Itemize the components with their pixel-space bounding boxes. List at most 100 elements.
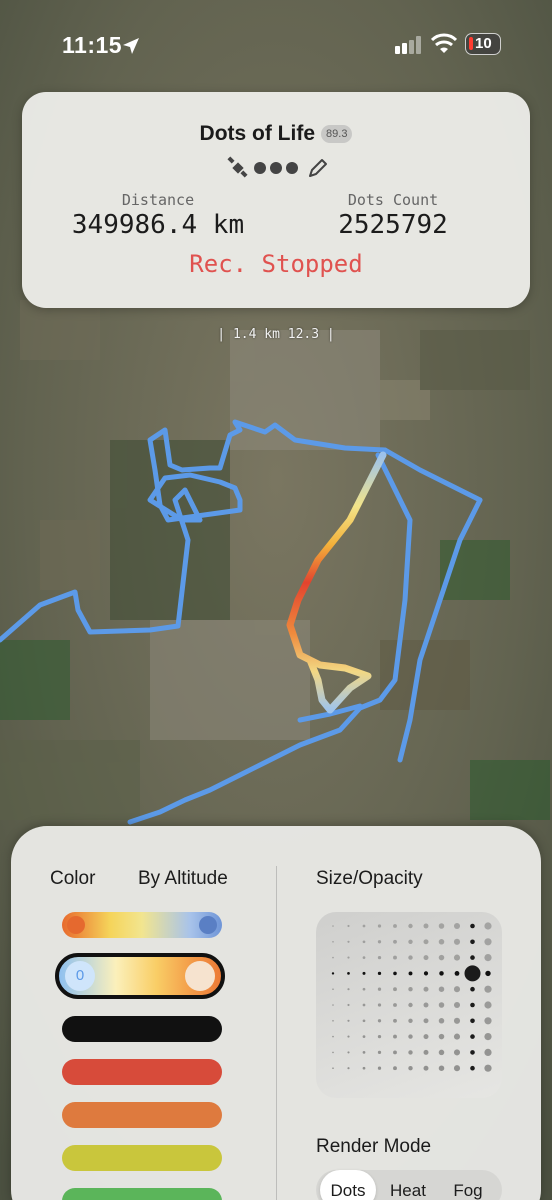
size-opacity-dot[interactable] bbox=[408, 1066, 413, 1071]
size-opacity-dot[interactable] bbox=[362, 924, 366, 928]
size-opacity-dot[interactable] bbox=[453, 938, 461, 945]
size-opacity-dot[interactable] bbox=[332, 988, 334, 990]
render-mode-control[interactable]: Dots Heat Fog bbox=[316, 1170, 502, 1200]
size-opacity-dot[interactable] bbox=[377, 1019, 382, 1023]
size-opacity-dot[interactable] bbox=[377, 971, 382, 976]
size-opacity-dot[interactable] bbox=[331, 972, 335, 975]
altitude-reverse-swatch[interactable]: 0 bbox=[55, 953, 225, 999]
size-opacity-dot[interactable] bbox=[453, 1049, 461, 1056]
size-opacity-dot[interactable] bbox=[377, 940, 382, 944]
size-opacity-dot[interactable] bbox=[408, 1018, 413, 1023]
size-opacity-dot[interactable] bbox=[470, 923, 475, 929]
size-opacity-dot[interactable] bbox=[377, 1034, 382, 1039]
size-opacity-dot[interactable] bbox=[393, 1003, 397, 1007]
size-opacity-dot[interactable] bbox=[438, 923, 445, 929]
size-opacity-dot[interactable] bbox=[423, 1002, 429, 1008]
size-opacity-dot[interactable] bbox=[332, 1067, 334, 1069]
size-opacity-dot[interactable] bbox=[423, 939, 429, 945]
size-opacity-dot[interactable] bbox=[362, 1003, 366, 1007]
render-mode-dots[interactable]: Dots bbox=[320, 1170, 376, 1200]
size-opacity-dot[interactable] bbox=[393, 971, 397, 976]
size-opacity-dot[interactable] bbox=[362, 971, 366, 975]
size-opacity-dot[interactable] bbox=[332, 941, 334, 943]
size-opacity-dot[interactable] bbox=[332, 1051, 334, 1054]
size-opacity-dot[interactable] bbox=[393, 987, 397, 992]
size-opacity-dot[interactable] bbox=[423, 1018, 429, 1024]
size-opacity-dot[interactable] bbox=[423, 986, 429, 992]
size-opacity-dot[interactable] bbox=[423, 1065, 429, 1071]
pencil-icon[interactable] bbox=[309, 159, 327, 177]
size-opacity-dot[interactable] bbox=[423, 923, 429, 929]
size-opacity-dot[interactable] bbox=[332, 925, 334, 927]
size-opacity-dot[interactable] bbox=[423, 1049, 429, 1055]
size-opacity-dot[interactable] bbox=[470, 1050, 475, 1055]
size-opacity-dot[interactable] bbox=[393, 955, 397, 960]
size-opacity-dot[interactable] bbox=[423, 971, 429, 976]
size-opacity-dot[interactable] bbox=[347, 972, 350, 975]
size-opacity-dot[interactable] bbox=[470, 1018, 475, 1024]
size-opacity-dot[interactable] bbox=[347, 988, 350, 991]
size-opacity-dot[interactable] bbox=[362, 1051, 366, 1054]
size-opacity-dot[interactable] bbox=[362, 940, 366, 944]
black-swatch[interactable] bbox=[62, 1016, 222, 1042]
size-opacity-dot[interactable] bbox=[453, 1017, 461, 1024]
size-opacity-dot[interactable] bbox=[470, 955, 475, 960]
green-swatch[interactable] bbox=[62, 1188, 222, 1200]
size-opacity-dot[interactable] bbox=[377, 987, 382, 991]
size-opacity-dot[interactable] bbox=[484, 1033, 492, 1041]
size-opacity-dot[interactable] bbox=[393, 1050, 397, 1055]
size-opacity-dot[interactable] bbox=[393, 1018, 397, 1023]
size-opacity-dot[interactable] bbox=[423, 955, 429, 961]
size-opacity-dot[interactable] bbox=[484, 1001, 492, 1009]
size-opacity-dot[interactable] bbox=[484, 985, 492, 993]
size-opacity-dot[interactable] bbox=[484, 938, 492, 946]
size-opacity-dot[interactable] bbox=[377, 1050, 382, 1055]
size-opacity-dot[interactable] bbox=[439, 971, 444, 976]
red-swatch[interactable] bbox=[62, 1059, 222, 1085]
size-opacity-dot[interactable] bbox=[453, 1001, 461, 1009]
size-opacity-dot[interactable] bbox=[454, 971, 460, 976]
size-opacity-dot[interactable] bbox=[347, 940, 350, 943]
render-mode-fog[interactable]: Fog bbox=[440, 1170, 496, 1200]
size-opacity-dot[interactable] bbox=[408, 1050, 413, 1055]
size-opacity-dot[interactable] bbox=[393, 1066, 397, 1071]
size-opacity-dot[interactable] bbox=[438, 1033, 445, 1040]
size-opacity-dot[interactable] bbox=[484, 922, 492, 930]
size-opacity-dot[interactable] bbox=[470, 986, 475, 992]
recording-status[interactable]: Rec. Stopped bbox=[0, 250, 552, 278]
size-opacity-dot[interactable] bbox=[362, 1019, 366, 1023]
size-opacity-dot[interactable] bbox=[408, 1002, 413, 1008]
size-opacity-dot[interactable] bbox=[438, 954, 445, 961]
size-opacity-dot[interactable] bbox=[393, 939, 397, 944]
size-opacity-dot[interactable] bbox=[377, 955, 382, 960]
size-opacity-dot[interactable] bbox=[408, 955, 413, 960]
altitude-swatch[interactable] bbox=[62, 912, 222, 938]
size-opacity-dot[interactable] bbox=[347, 1003, 350, 1007]
size-opacity-dot[interactable] bbox=[347, 956, 350, 959]
color-mode-label[interactable]: By Altitude bbox=[138, 868, 228, 890]
size-opacity-dot[interactable] bbox=[453, 1065, 461, 1072]
size-opacity-dot[interactable] bbox=[484, 954, 492, 962]
orange-swatch[interactable] bbox=[62, 1102, 222, 1128]
size-opacity-grid[interactable] bbox=[316, 912, 502, 1098]
size-opacity-dot[interactable] bbox=[453, 954, 461, 961]
size-opacity-dot[interactable] bbox=[393, 1034, 397, 1039]
size-opacity-dot[interactable] bbox=[464, 965, 481, 982]
size-opacity-dot[interactable] bbox=[377, 924, 382, 928]
size-opacity-dot[interactable] bbox=[438, 1002, 445, 1008]
size-opacity-dot[interactable] bbox=[377, 1003, 382, 1007]
size-opacity-dot[interactable] bbox=[332, 1035, 334, 1038]
size-opacity-dot[interactable] bbox=[484, 1017, 492, 1025]
size-opacity-dot[interactable] bbox=[438, 939, 445, 945]
size-opacity-dot[interactable] bbox=[347, 1051, 350, 1054]
size-opacity-dot[interactable] bbox=[408, 987, 413, 992]
size-opacity-dot[interactable] bbox=[347, 924, 350, 928]
size-opacity-dot[interactable] bbox=[470, 939, 475, 945]
size-opacity-dot[interactable] bbox=[453, 986, 461, 993]
size-opacity-dot[interactable] bbox=[453, 1033, 461, 1040]
size-opacity-dot[interactable] bbox=[332, 1004, 334, 1006]
size-opacity-dot[interactable] bbox=[332, 956, 334, 959]
size-opacity-dot[interactable] bbox=[438, 1049, 445, 1056]
size-opacity-dot[interactable] bbox=[362, 956, 366, 959]
size-opacity-dot[interactable] bbox=[332, 1020, 334, 1022]
